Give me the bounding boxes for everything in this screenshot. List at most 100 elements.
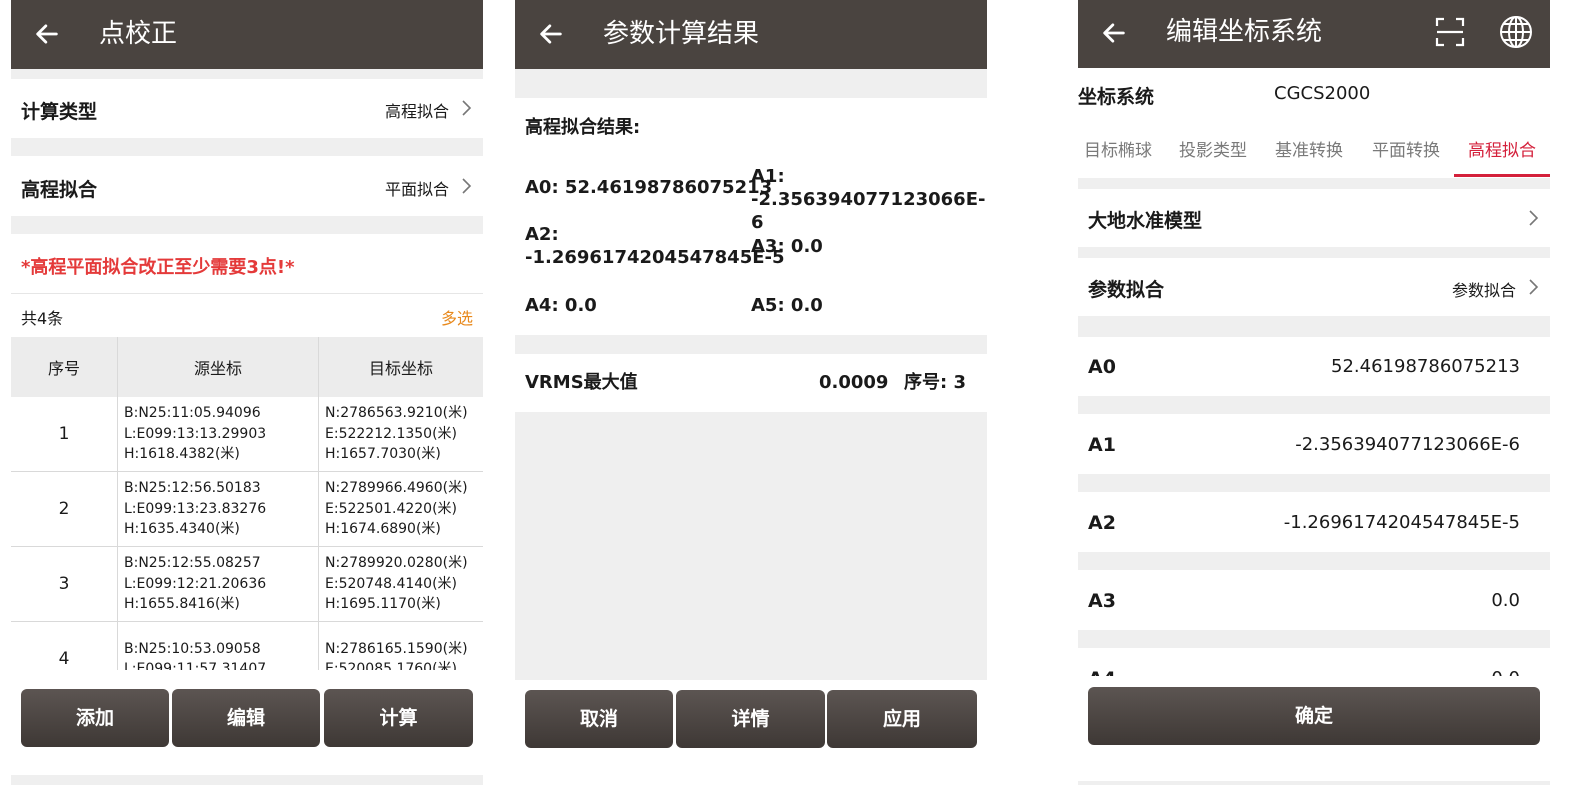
table-row[interactable]: 1 B:N25:11:05.94096 L:E099:13:13.29903 H:1…: [11, 397, 483, 472]
param-a2-label: A2:: [525, 224, 559, 245]
vrms-label: VRMS最大值: [525, 372, 638, 393]
edit-coord-system-panel: 编辑坐标系统 坐标系统 CGCS2000 目标椭球 投影类型 基准转换 平面转换…: [1078, 0, 1550, 785]
param-row-a2[interactable]: A2 -1.2696174204547845E-5: [1078, 492, 1550, 552]
param-name: A3: [1088, 590, 1116, 612]
tab-datum-transform[interactable]: 基准转换: [1275, 136, 1343, 161]
points-table: 序号 源坐标 目标坐标 1 B:N25:11:05.94096 L:E099:13…: [11, 337, 483, 697]
geoid-model-row[interactable]: 大地水准模型: [1078, 189, 1550, 247]
calc-type-label: 计算类型: [21, 101, 98, 123]
dst-e: E:522212.1350(米): [325, 425, 458, 442]
dst-n: N:2789920.0280(米): [325, 555, 468, 572]
param-row-a3[interactable]: A3 0.0: [1078, 570, 1550, 630]
param-a3: A3: 0.0: [751, 236, 823, 257]
coord-system-label: 坐标系统: [1078, 86, 1155, 108]
calc-result-panel: 参数计算结果 高程拟合结果: A0: 52.46198786075213 A1:…: [515, 0, 987, 785]
details-button[interactable]: 详情: [676, 690, 825, 748]
vrms-value: 0.0009: [819, 372, 889, 393]
src-b: B:N25:12:56.50183: [124, 480, 261, 497]
param-fit-value: 参数拟合: [1451, 281, 1516, 300]
elevation-fit-results: 高程拟合结果: A0: 52.46198786075213 A1: -2.356…: [515, 98, 987, 335]
app-bar: 参数计算结果: [515, 0, 987, 69]
row-index: 2: [11, 471, 118, 547]
chevron-right-icon: [462, 178, 472, 194]
source-coord: B:N25:11:05.94096 L:E099:13:13.29903 H:161…: [117, 397, 319, 472]
param-a1-value: -2.356394077123066E-6: [751, 189, 986, 233]
active-tab-indicator: [1454, 174, 1550, 177]
param-fit-label: 参数拟合: [1088, 279, 1165, 301]
tab-target-ellipsoid[interactable]: 目标椭球: [1084, 136, 1152, 161]
dst-n: N:2789966.4960(米): [325, 480, 468, 497]
total-count: 共4条: [21, 309, 64, 328]
back-arrow-icon[interactable]: [1100, 19, 1128, 47]
warning-text: *高程平面拟合改正至少需要3点!*: [21, 257, 295, 278]
param-a4: A4: 0.0: [525, 295, 597, 316]
table-row[interactable]: 3 B:N25:12:55.08257 L:E099:12:21.20636 H:1…: [11, 546, 483, 622]
param-a5: A5: 0.0: [751, 295, 823, 316]
edit-button[interactable]: 编辑: [172, 689, 320, 747]
geoid-model-label: 大地水准模型: [1088, 210, 1203, 232]
target-coord: N:2789920.0280(米) E:520748.4140(米) H:1695.…: [318, 546, 483, 622]
elevation-fit-row[interactable]: 高程拟合 平面拟合: [11, 156, 483, 216]
tab-elevation-fit[interactable]: 高程拟合: [1468, 136, 1536, 161]
multi-select-button[interactable]: 多选: [441, 305, 473, 329]
coord-system-value: CGCS2000: [1274, 83, 1371, 104]
param-name: A0: [1088, 356, 1116, 378]
source-coord: B:N25:12:56.50183 L:E099:13:23.83276 H:163…: [117, 471, 319, 547]
target-coord: N:2789966.4960(米) E:522501.4220(米) H:1674.…: [318, 471, 483, 547]
vrms-index: 序号: 3: [904, 372, 966, 393]
dst-e: E:522501.4220(米): [325, 500, 458, 517]
param-a1-label: A1:: [751, 166, 785, 187]
tab-plane-transform[interactable]: 平面转换: [1372, 136, 1440, 161]
param-row-a0[interactable]: A0 52.46198786075213: [1078, 337, 1550, 396]
col-source: 源坐标: [117, 337, 319, 397]
param-row-a1[interactable]: A1 -2.356394077123066E-6: [1078, 414, 1550, 474]
app-bar: 点校正: [11, 0, 483, 69]
col-index: 序号: [11, 337, 118, 397]
app-bar: 编辑坐标系统: [1078, 0, 1550, 68]
param-name: A1: [1088, 434, 1116, 456]
calc-type-row[interactable]: 计算类型 高程拟合: [11, 79, 483, 138]
src-b: B:N25:12:55.08257: [124, 555, 261, 572]
col-target: 目标坐标: [318, 337, 483, 397]
apply-button[interactable]: 应用: [827, 690, 977, 748]
source-coord: B:N25:12:55.08257 L:E099:12:21.20636 H:165…: [117, 546, 319, 622]
param-fit-row[interactable]: 参数拟合 参数拟合: [1078, 258, 1550, 316]
page-title: 参数计算结果: [603, 19, 760, 49]
src-l: L:E099:12:21.20636: [124, 575, 267, 592]
result-heading: 高程拟合结果:: [525, 117, 641, 138]
back-arrow-icon[interactable]: [33, 20, 61, 48]
table-header: 序号 源坐标 目标坐标: [11, 337, 483, 397]
param-a2-value: -1.2696174204547845E-5: [525, 247, 785, 268]
dst-e: E:520748.4140(米): [325, 575, 458, 592]
param-name: A2: [1088, 512, 1116, 534]
globe-icon[interactable]: [1499, 15, 1533, 49]
elevation-fit-label: 高程拟合: [21, 179, 98, 201]
chevron-right-icon: [1529, 279, 1539, 295]
point-calibration-panel: 点校正 计算类型 高程拟合 高程拟合 平面拟合 *高程平面拟合改正至少需要3点!…: [11, 0, 483, 785]
src-l: L:E099:13:23.83276: [124, 500, 267, 517]
add-button[interactable]: 添加: [21, 689, 169, 747]
src-b: B:N25:11:05.94096: [124, 405, 261, 422]
divider: [11, 293, 483, 294]
button-bar: 添加 编辑 计算: [11, 670, 483, 775]
calculate-button[interactable]: 计算: [324, 689, 473, 747]
param-a2: A2: -1.2696174204547845E-5: [525, 223, 785, 269]
src-h: H:1635.4340(米): [124, 521, 240, 538]
cancel-button[interactable]: 取消: [525, 690, 673, 748]
src-b: B:N25:10:53.09058: [124, 640, 261, 657]
src-l: L:E099:13:13.29903: [124, 425, 267, 442]
src-h: H:1618.4382(米): [124, 446, 240, 463]
chevron-right-icon: [1529, 210, 1539, 226]
target-coord: N:2786563.9210(米) E:522212.1350(米) H:1657.…: [318, 397, 483, 472]
param-value: 0.0: [1491, 590, 1520, 611]
button-bar: 确定: [1078, 676, 1550, 781]
param-value: -1.2696174204547845E-5: [1283, 512, 1520, 533]
table-row[interactable]: 2 B:N25:12:56.50183 L:E099:13:23.83276 H:1…: [11, 471, 483, 547]
scan-icon[interactable]: [1435, 17, 1465, 47]
vrms-row: VRMS最大值 0.0009 序号: 3: [515, 354, 987, 412]
back-arrow-icon[interactable]: [537, 20, 565, 48]
dst-n: N:2786165.1590(米): [325, 640, 468, 657]
confirm-button[interactable]: 确定: [1088, 687, 1540, 745]
param-value: -2.356394077123066E-6: [1295, 434, 1520, 455]
tab-projection-type[interactable]: 投影类型: [1179, 136, 1247, 161]
